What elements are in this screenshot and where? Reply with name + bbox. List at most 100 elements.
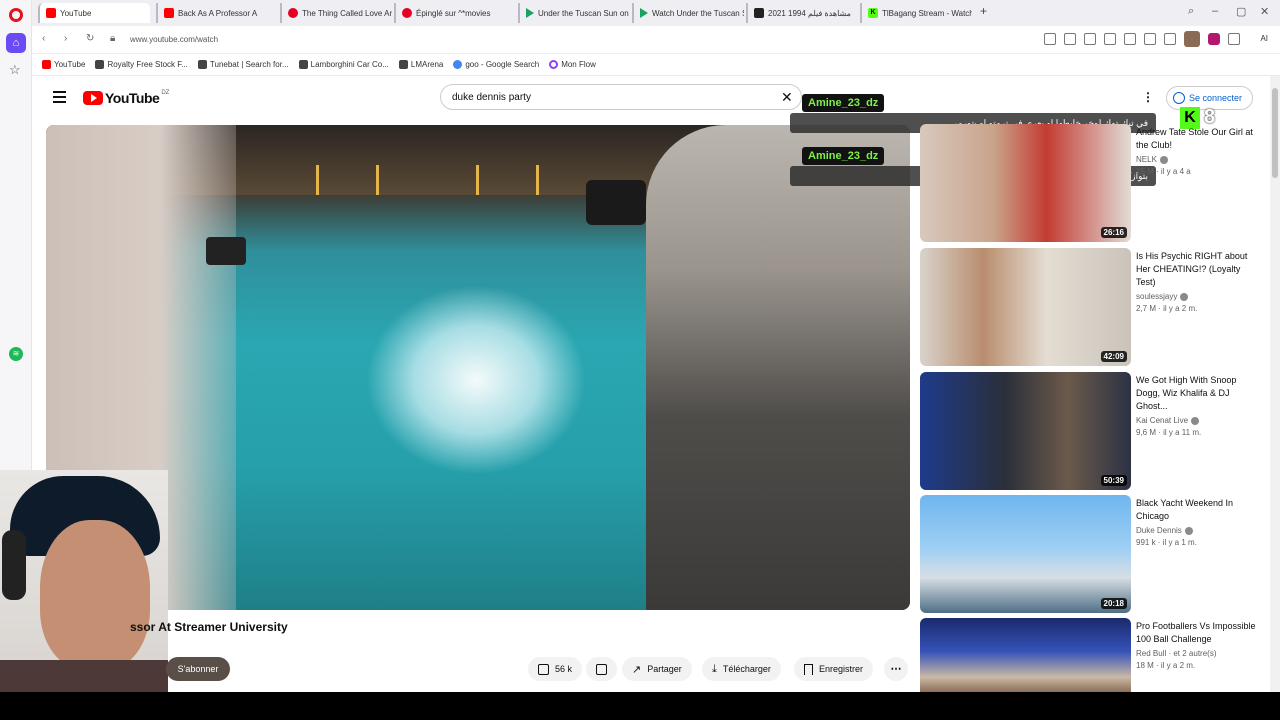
menu-icon[interactable] bbox=[1144, 33, 1156, 45]
search-tabs-icon[interactable]: ⌕ bbox=[1188, 5, 1194, 18]
maximize-icon[interactable]: ▢ bbox=[1236, 5, 1246, 18]
webcam-overlay bbox=[0, 470, 168, 692]
share-icon[interactable] bbox=[1044, 33, 1056, 45]
video-player[interactable] bbox=[46, 125, 910, 610]
camera-icon[interactable] bbox=[1064, 33, 1076, 45]
recommendation-title[interactable]: Pro Footballers Vs Impossible 100 Ball C… bbox=[1136, 620, 1260, 646]
more-actions-icon[interactable]: ⋯ bbox=[884, 657, 908, 681]
reload-icon[interactable]: ↻ bbox=[86, 33, 94, 44]
tab-thing-called-love[interactable]: The Thing Called Love Ar bbox=[280, 3, 392, 23]
bookmark-google-search[interactable]: goo - Google Search bbox=[453, 60, 539, 69]
download-button[interactable]: ⤓ Télécharger bbox=[702, 657, 781, 681]
recommendation-item[interactable]: 42:09 Is His Psychic RIGHT about Her CHE… bbox=[920, 248, 1260, 366]
clear-search-icon[interactable]: ✕ bbox=[781, 90, 793, 104]
video-thumbnail[interactable]: 42:09 bbox=[920, 248, 1131, 366]
bookmark-youtube[interactable]: YouTube bbox=[42, 60, 85, 69]
subscribe-button[interactable]: S'abonner bbox=[166, 657, 230, 681]
new-tab-icon[interactable]: + bbox=[980, 4, 987, 18]
channel-name[interactable]: Red Bull · et 2 autre(s) bbox=[1136, 649, 1216, 658]
bookmark-tunebat[interactable]: Tunebat | Search for... bbox=[197, 60, 289, 69]
recommendation-item[interactable]: 50:39 We Got High With Snoop Dogg, Wiz K… bbox=[920, 372, 1260, 490]
verified-icon bbox=[1159, 155, 1168, 164]
channel-name[interactable]: soulessjayy bbox=[1136, 292, 1177, 301]
recommendation-title[interactable]: Andrew Tate Stole Our Girl at the Club! bbox=[1136, 126, 1260, 152]
download-label: Télécharger bbox=[722, 664, 771, 674]
player-icon[interactable] bbox=[1124, 33, 1136, 45]
page-scrollbar[interactable] bbox=[1270, 76, 1280, 692]
channel-name[interactable]: NELK bbox=[1136, 155, 1157, 164]
bookmark-label: Tunebat | Search for... bbox=[209, 60, 289, 69]
video-thumbnail[interactable]: 20:18 bbox=[920, 495, 1131, 613]
google-icon bbox=[453, 60, 463, 69]
video-thumbnail[interactable] bbox=[920, 618, 1131, 692]
search-input[interactable]: duke dennis party ✕ bbox=[440, 84, 802, 110]
wallet-icon[interactable] bbox=[1228, 33, 1240, 45]
video-frame-detail bbox=[646, 125, 910, 610]
adblock-shield-icon[interactable] bbox=[1208, 33, 1220, 45]
download-icon: ⤓ bbox=[712, 662, 717, 675]
bookmark-lmarena[interactable]: LMArena bbox=[398, 60, 443, 69]
bookmark-label: Lamborghini Car Co... bbox=[310, 60, 389, 69]
pinterest-icon bbox=[402, 8, 412, 18]
vpn-icon[interactable] bbox=[1084, 33, 1096, 45]
minimize-icon[interactable]: – bbox=[1212, 5, 1218, 17]
video-thumbnail[interactable]: 50:39 bbox=[920, 372, 1131, 490]
extensions-row bbox=[1044, 31, 1240, 47]
duration-badge: 50:39 bbox=[1100, 475, 1127, 486]
tab-watch-tuscan[interactable]: Watch Under the Tuscan S bbox=[632, 3, 744, 23]
video-thumbnail[interactable]: 26:16 bbox=[920, 124, 1131, 242]
star-icon[interactable]: ☆ bbox=[9, 62, 21, 78]
kick-icon: K bbox=[868, 8, 878, 18]
address-bar: ‹ › ↻ 🔒︎ www.youtube.com/watch AI bbox=[32, 26, 1280, 54]
forward-icon[interactable]: › bbox=[64, 33, 67, 44]
share-button[interactable]: ↗ Partager bbox=[622, 657, 692, 681]
bookmark-mon-flow[interactable]: Mon Flow bbox=[549, 60, 596, 69]
avatar[interactable] bbox=[1184, 31, 1200, 47]
tab-youtube[interactable]: YouTube bbox=[38, 3, 150, 23]
like-button[interactable]: 56 k bbox=[528, 657, 583, 681]
scrollbar-thumb[interactable] bbox=[1272, 88, 1278, 178]
tab-arabic-movie[interactable]: مشاهدة فيلم 1994 2021 bbox=[746, 3, 858, 23]
tab-kick-stream[interactable]: K TlBagang Stream - Watch bbox=[860, 3, 972, 23]
url-field[interactable]: www.youtube.com/watch bbox=[130, 35, 218, 44]
youtube-logo[interactable]: YouTube DZ bbox=[83, 90, 169, 106]
recommendation-item[interactable]: 26:16 Andrew Tate Stole Our Girl at the … bbox=[920, 124, 1260, 242]
hamburger-menu-icon[interactable] bbox=[53, 91, 66, 106]
back-icon[interactable]: ‹ bbox=[42, 33, 45, 44]
tab-tuscan-sun[interactable]: Under the Tuscan Sun on bbox=[518, 3, 630, 23]
tab-epingle[interactable]: Épinglé sur ^*movies bbox=[394, 3, 510, 23]
tab-label: Back As A Professor A bbox=[178, 8, 258, 18]
ai-button[interactable]: AI bbox=[1260, 34, 1268, 43]
spotify-icon[interactable]: ≋ bbox=[9, 347, 23, 361]
bookmark-royalty-free[interactable]: Royalty Free Stock F... bbox=[95, 60, 188, 69]
recommendation-title[interactable]: Black Yacht Weekend In Chicago bbox=[1136, 497, 1260, 523]
os-taskbar bbox=[0, 692, 1280, 720]
opera-logo-icon[interactable] bbox=[9, 8, 23, 22]
video-title: ssor At Streamer University bbox=[130, 620, 288, 634]
bookmark-label: Mon Flow bbox=[561, 60, 596, 69]
home-icon[interactable]: ⌂ bbox=[6, 33, 26, 53]
video-frame-detail bbox=[536, 165, 539, 195]
more-options-icon[interactable]: ⋮ bbox=[1142, 90, 1154, 104]
close-icon[interactable]: ✕ bbox=[1260, 5, 1269, 18]
video-meta: 9,6 M · il y a 11 m. bbox=[1136, 428, 1202, 437]
tab-back-as-professor[interactable]: Back As A Professor A bbox=[156, 3, 270, 23]
video-frame-detail bbox=[366, 285, 586, 475]
headset-icon bbox=[2, 530, 26, 600]
verified-icon bbox=[1191, 416, 1200, 425]
recommendation-title[interactable]: Is His Psychic RIGHT about Her CHEATING!… bbox=[1136, 250, 1260, 289]
channel-name[interactable]: Kai Cenat Live bbox=[1136, 416, 1188, 425]
duration-badge: 20:18 bbox=[1100, 598, 1127, 609]
tab-label: Watch Under the Tuscan S bbox=[652, 8, 744, 18]
heart-icon[interactable] bbox=[1164, 33, 1176, 45]
recommendation-item[interactable]: Pro Footballers Vs Impossible 100 Ball C… bbox=[920, 618, 1260, 692]
extension-icon[interactable] bbox=[1104, 33, 1116, 45]
bookmark-lamborghini[interactable]: Lamborghini Car Co... bbox=[298, 60, 389, 69]
recommendation-item[interactable]: 20:18 Black Yacht Weekend In Chicago Duk… bbox=[920, 495, 1260, 613]
youtube-play-icon bbox=[83, 91, 103, 105]
folder-icon bbox=[298, 60, 308, 69]
channel-name[interactable]: Duke Dennis bbox=[1136, 526, 1182, 535]
dislike-button[interactable] bbox=[586, 657, 617, 681]
save-button[interactable]: Enregistrer bbox=[794, 657, 874, 681]
recommendation-title[interactable]: We Got High With Snoop Dogg, Wiz Khalifa… bbox=[1136, 374, 1260, 413]
